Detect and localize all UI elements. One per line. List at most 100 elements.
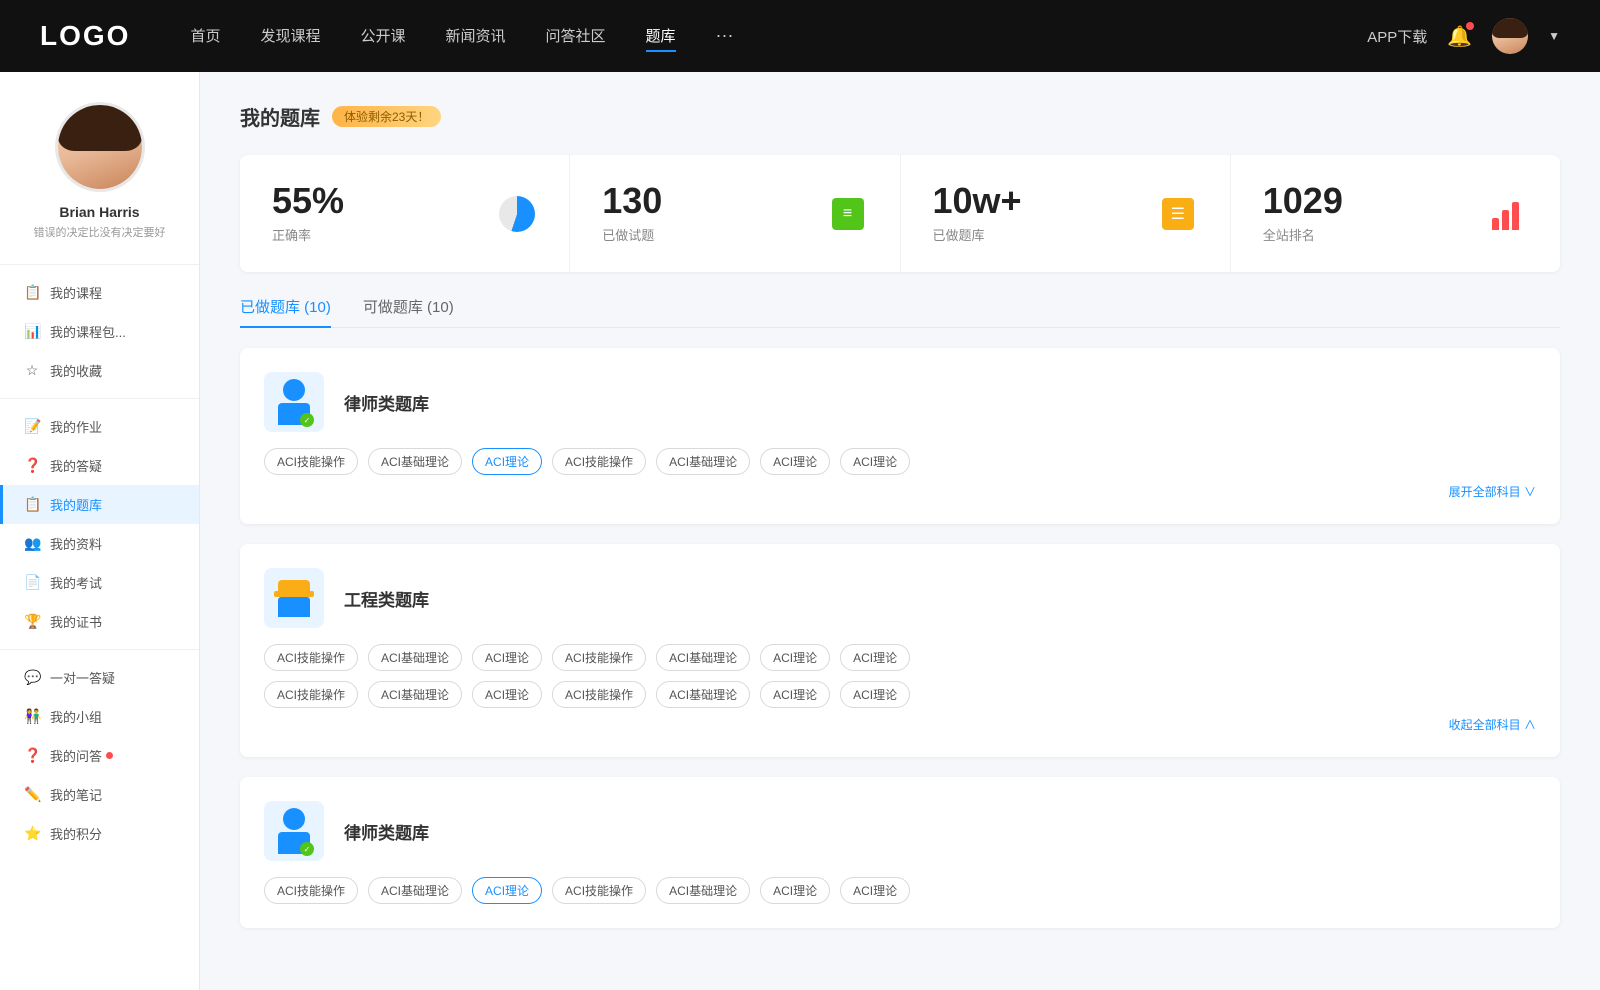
sidebar-item-questions[interactable]: ❓ 我的答疑 xyxy=(0,446,199,485)
eng-tag-skill-1[interactable]: ACI技能操作 xyxy=(264,644,358,671)
stat-number-site-rank: 1029 xyxy=(1263,183,1472,219)
sidebar-label-profile: 我的资料 xyxy=(50,534,102,553)
eng-tag-theory-5[interactable]: ACI理论 xyxy=(760,681,830,708)
eng-tag-basic-4[interactable]: ACI基础理论 xyxy=(656,681,750,708)
qbank-card-lawyer-1: ✓ 律师类题库 ACI技能操作 ACI基础理论 ACI理论 ACI技能操作 AC… xyxy=(240,348,1560,524)
eng-tag-theory-1[interactable]: ACI理论 xyxy=(472,644,542,671)
trial-badge: 体验剩余23天！ xyxy=(332,106,441,127)
tag-aci-basic-1[interactable]: ACI基础理论 xyxy=(368,448,462,475)
lawyer-body: ✓ xyxy=(278,403,310,425)
qbank-tags-lawyer-2: ACI技能操作 ACI基础理论 ACI理论 ACI技能操作 ACI基础理论 AC… xyxy=(264,877,1536,904)
eng-body xyxy=(278,597,310,617)
eng-tag-skill-2[interactable]: ACI技能操作 xyxy=(552,644,646,671)
eng-tag-theory-2[interactable]: ACI理论 xyxy=(760,644,830,671)
page-title: 我的题库 xyxy=(240,102,320,131)
sidebar-label-course-package: 我的课程包... xyxy=(50,322,126,341)
nav-link-open[interactable]: 公开课 xyxy=(360,21,405,52)
stat-number-done-banks: 10w+ xyxy=(933,183,1142,219)
bar-2 xyxy=(1502,210,1509,230)
tag-aci-basic-2[interactable]: ACI基础理论 xyxy=(656,448,750,475)
stat-label-done-banks: 已做题库 xyxy=(933,225,1142,244)
stat-icon-correct-rate xyxy=(497,194,537,234)
qbank-name-lawyer-1: 律师类题库 xyxy=(344,390,429,415)
sidebar-item-favorites[interactable]: ☆ 我的收藏 xyxy=(0,351,199,390)
sidebar-item-homework[interactable]: 📝 我的作业 xyxy=(0,407,199,446)
tag-l2-skill-1[interactable]: ACI技能操作 xyxy=(264,877,358,904)
expand-link-lawyer-1[interactable]: 展开全部科目 ∨ xyxy=(264,483,1536,500)
tag-aci-theory-1-active[interactable]: ACI理论 xyxy=(472,448,542,475)
notebook-icon: ☰ xyxy=(1162,198,1194,230)
sidebar-label-one-on-one: 一对一答疑 xyxy=(50,668,115,687)
eng-tag-theory-3[interactable]: ACI理论 xyxy=(840,644,910,671)
book-icon: ≡ xyxy=(832,198,864,230)
sidebar-label-exams: 我的考试 xyxy=(50,573,102,592)
sidebar-label-certificate: 我的证书 xyxy=(50,612,102,631)
tag-aci-skill-1[interactable]: ACI技能操作 xyxy=(264,448,358,475)
sidebar-item-qbank[interactable]: 📋 我的题库 xyxy=(0,485,199,524)
tag-l2-basic-2[interactable]: ACI基础理论 xyxy=(656,877,750,904)
tag-aci-theory-3[interactable]: ACI理论 xyxy=(840,448,910,475)
sidebar-label-points: 我的积分 xyxy=(50,824,102,843)
nav-dropdown-arrow[interactable]: ▼ xyxy=(1548,29,1560,43)
sidebar-label-favorites: 我的收藏 xyxy=(50,361,102,380)
sidebar-item-group[interactable]: 👫 我的小组 xyxy=(0,697,199,736)
nav-link-home[interactable]: 首页 xyxy=(190,21,220,52)
nav-link-discover[interactable]: 发现课程 xyxy=(260,21,320,52)
navbar: LOGO 首页 发现课程 公开课 新闻资讯 问答社区 题库 ··· APP下载 … xyxy=(0,0,1600,72)
qbank-tags-engineer-row2: ACI技能操作 ACI基础理论 ACI理论 ACI技能操作 ACI基础理论 AC… xyxy=(264,681,1536,708)
tag-l2-basic-1[interactable]: ACI基础理论 xyxy=(368,877,462,904)
sidebar-avatar xyxy=(55,102,145,192)
stat-card-correct-rate: 55% 正确率 xyxy=(240,155,570,272)
sidebar-label-homework: 我的作业 xyxy=(50,417,102,436)
stat-info-correct-rate: 55% 正确率 xyxy=(272,183,481,244)
sidebar-item-my-qa[interactable]: ❓ 我的问答 xyxy=(0,736,199,775)
sidebar-item-exams[interactable]: 📄 我的考试 xyxy=(0,563,199,602)
sidebar-item-certificate[interactable]: 🏆 我的证书 xyxy=(0,602,199,641)
qbank-header-engineer: 工程类题库 xyxy=(264,568,1536,628)
tag-l2-theory-active[interactable]: ACI理论 xyxy=(472,877,542,904)
nav-logo: LOGO xyxy=(40,20,130,52)
eng-tag-basic-1[interactable]: ACI基础理论 xyxy=(368,644,462,671)
nav-avatar[interactable] xyxy=(1492,18,1528,54)
eng-tag-skill-3[interactable]: ACI技能操作 xyxy=(264,681,358,708)
courses-icon: 📋 xyxy=(24,284,40,301)
sidebar-item-course-package[interactable]: 📊 我的课程包... xyxy=(0,312,199,351)
eng-tag-theory-6[interactable]: ACI理论 xyxy=(840,681,910,708)
nav-link-news[interactable]: 新闻资讯 xyxy=(446,21,506,52)
stat-info-done-questions: 130 已做试题 xyxy=(602,183,811,244)
sidebar-item-notes[interactable]: ✏️ 我的笔记 xyxy=(0,775,199,814)
stat-info-done-banks: 10w+ 已做题库 xyxy=(933,183,1142,244)
sidebar-item-profile[interactable]: 👥 我的资料 xyxy=(0,524,199,563)
nav-bell[interactable]: 🔔 xyxy=(1447,24,1472,49)
nav-more[interactable]: ··· xyxy=(716,21,734,52)
sidebar-label-questions: 我的答疑 xyxy=(50,456,102,475)
tab-available-banks[interactable]: 可做题库 (10) xyxy=(363,296,454,327)
tag-aci-skill-2[interactable]: ACI技能操作 xyxy=(552,448,646,475)
sidebar-item-my-courses[interactable]: 📋 我的课程 xyxy=(0,273,199,312)
course-package-icon: 📊 xyxy=(24,323,40,340)
bar-1 xyxy=(1492,218,1499,230)
sidebar-item-points[interactable]: ⭐ 我的积分 xyxy=(0,814,199,853)
lawyer-icon-1: ✓ xyxy=(278,379,310,425)
tag-aci-theory-2[interactable]: ACI理论 xyxy=(760,448,830,475)
nav-link-qa[interactable]: 问答社区 xyxy=(546,21,606,52)
tab-done-banks[interactable]: 已做题库 (10) xyxy=(240,296,331,327)
eng-tag-basic-3[interactable]: ACI基础理论 xyxy=(368,681,462,708)
sidebar-menu: 📋 我的课程 📊 我的课程包... ☆ 我的收藏 📝 我的作业 ❓ 我的答疑 � xyxy=(0,273,199,853)
eng-tag-basic-2[interactable]: ACI基础理论 xyxy=(656,644,750,671)
nav-app-download[interactable]: APP下载 xyxy=(1367,26,1427,47)
qbank-card-lawyer-2: ✓ 律师类题库 ACI技能操作 ACI基础理论 ACI理论 ACI技能操作 AC… xyxy=(240,777,1560,928)
qbank-header-lawyer-2: ✓ 律师类题库 xyxy=(264,801,1536,861)
tag-l2-skill-2[interactable]: ACI技能操作 xyxy=(552,877,646,904)
eng-tag-skill-4[interactable]: ACI技能操作 xyxy=(552,681,646,708)
certificate-icon: 🏆 xyxy=(24,613,40,630)
nav-link-qbank[interactable]: 题库 xyxy=(646,21,676,52)
sidebar-item-one-on-one[interactable]: 💬 一对一答疑 xyxy=(0,658,199,697)
stats-row: 55% 正确率 130 已做试题 ≡ 10w+ xyxy=(240,155,1560,272)
eng-tag-theory-4[interactable]: ACI理论 xyxy=(472,681,542,708)
collapse-link-engineer[interactable]: 收起全部科目 ∧ xyxy=(264,716,1536,733)
stat-label-site-rank: 全站排名 xyxy=(1263,225,1472,244)
tag-l2-theory-2[interactable]: ACI理论 xyxy=(760,877,830,904)
nav-right: APP下载 🔔 ▼ xyxy=(1367,18,1560,54)
tag-l2-theory-3[interactable]: ACI理论 xyxy=(840,877,910,904)
